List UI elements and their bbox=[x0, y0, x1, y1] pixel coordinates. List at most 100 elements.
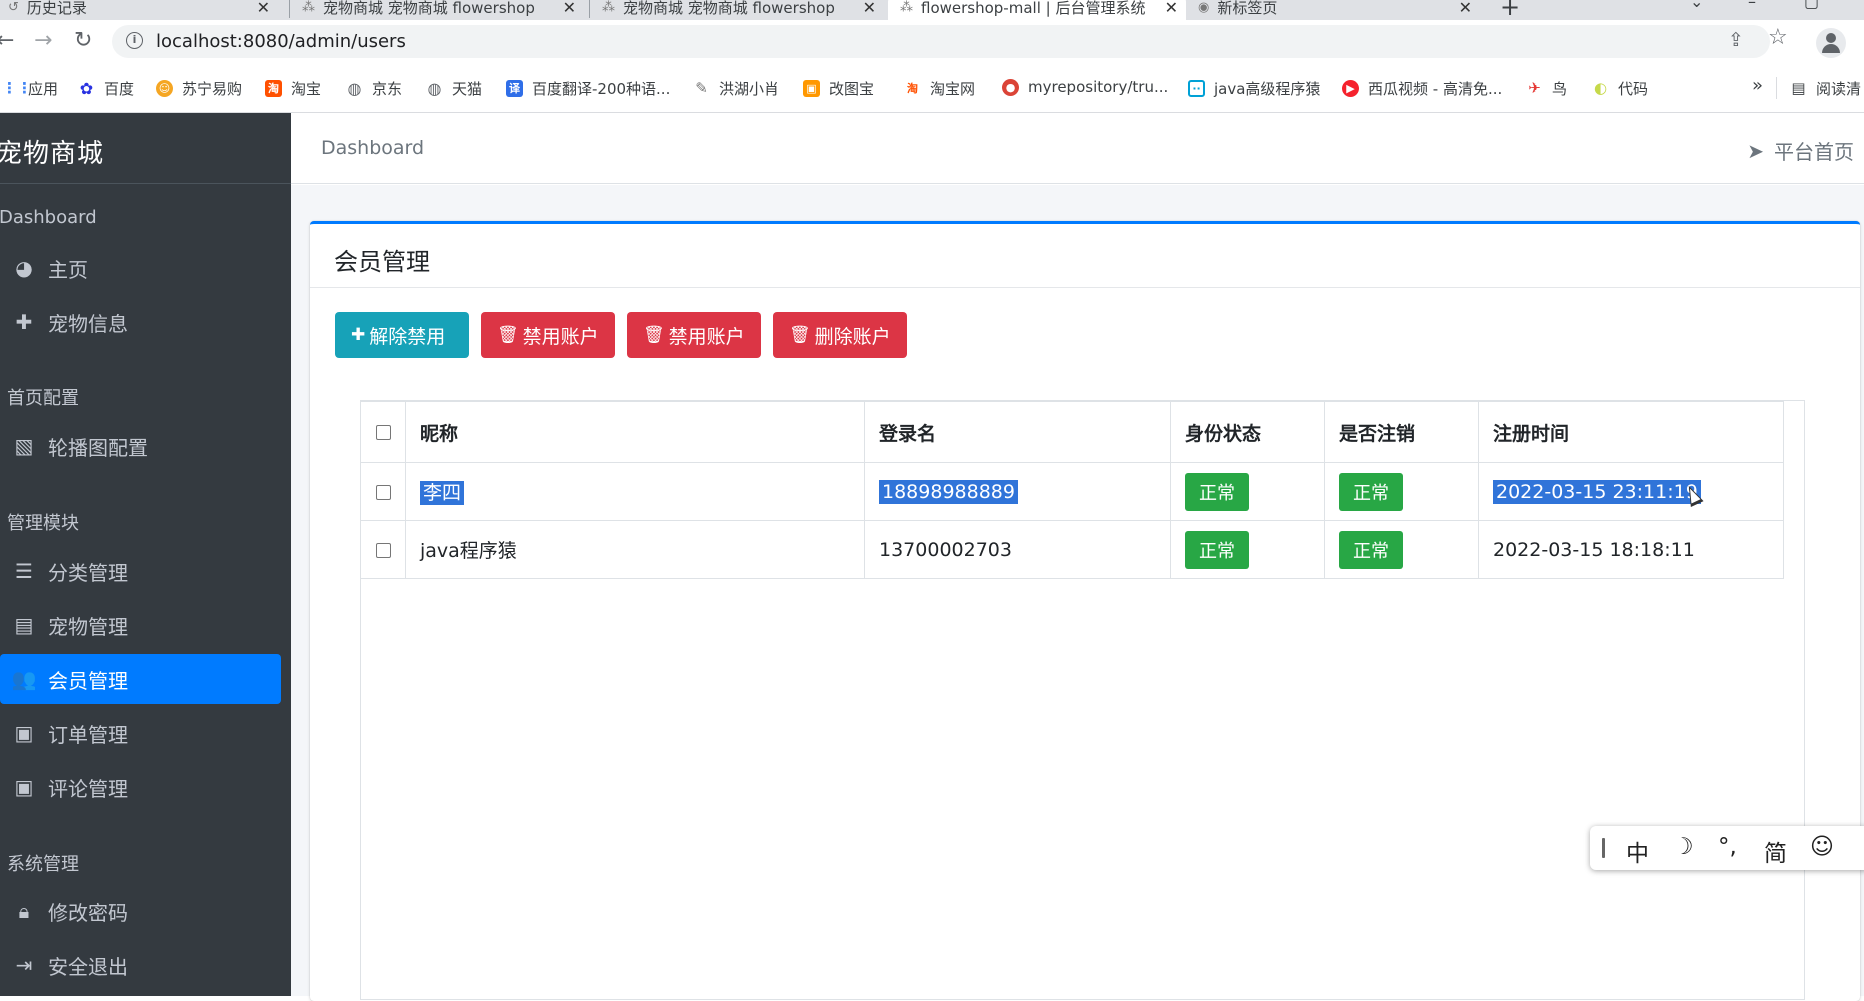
tab-title: flowershop-mall | 后台管理系统 bbox=[921, 0, 1146, 17]
grid-favicon-icon: ⁂ bbox=[602, 0, 615, 15]
delete-account-button[interactable]: 🗑︎ 删除账户 bbox=[773, 312, 907, 358]
sidebar-item-label: 轮播图配置 bbox=[48, 435, 148, 460]
ime-chinese-mode[interactable]: 中 bbox=[1626, 834, 1649, 868]
new-tab-icon[interactable]: + bbox=[1500, 0, 1520, 20]
reading-list[interactable]: ▤ 阅读清 bbox=[1790, 78, 1861, 99]
browser-tab[interactable]: ⁂ 宠物商城 宠物商城 flowershop ✕ bbox=[302, 0, 584, 20]
column-header-registered[interactable]: 注册时间 bbox=[1478, 401, 1784, 463]
translate-icon: 译 bbox=[506, 80, 523, 97]
status-cell: 正常 bbox=[1170, 462, 1325, 521]
more-bookmarks-icon[interactable]: » bbox=[1752, 75, 1763, 96]
bookmark-baidu[interactable]: ✿ 百度 bbox=[78, 78, 134, 99]
tab-search-icon[interactable]: ⌄ bbox=[1690, 0, 1703, 11]
unban-button[interactable]: ✚ 解除禁用 bbox=[335, 312, 469, 358]
table-row[interactable]: 李四 18898988889 正常 正常 2022-03-15 23:11:19 bbox=[360, 462, 1784, 521]
row-checkbox[interactable] bbox=[375, 542, 391, 558]
column-header-cancelled[interactable]: 是否注销 bbox=[1324, 401, 1479, 463]
bookmark-suning[interactable]: ☺ 苏宁易购 bbox=[156, 78, 242, 99]
ime-toolbar: 中 ☽ °, 简 ☺ bbox=[1590, 826, 1864, 870]
ban-account-button[interactable]: 🗑︎ 禁用账户 bbox=[481, 312, 615, 358]
moon-icon[interactable]: ☽ bbox=[1673, 834, 1694, 860]
column-header-login[interactable]: 登录名 bbox=[864, 401, 1171, 463]
row-checkbox[interactable] bbox=[375, 484, 391, 500]
info-icon[interactable]: i bbox=[126, 32, 143, 49]
card-header: 会员管理 bbox=[310, 224, 1860, 288]
platform-home-label: 平台首页 bbox=[1774, 140, 1854, 164]
bookmark-xigua[interactable]: ▶ 西瓜视频 - 高清免... bbox=[1342, 78, 1502, 99]
browser-tab-active[interactable]: ⁂ flowershop-mall | 后台管理系统 ✕ bbox=[888, 0, 1186, 20]
bookmark-apps[interactable]: ⋮⋮ 应用 bbox=[2, 78, 58, 99]
sidebar-item-label: 安全退出 bbox=[48, 954, 128, 979]
browser-tab[interactable]: ◉ 新标签页 ✕ bbox=[1198, 0, 1480, 20]
reload-icon[interactable]: ↻ bbox=[74, 28, 92, 53]
sidebar-item-carousel[interactable]: ▧ 轮播图配置 bbox=[0, 421, 281, 471]
back-icon[interactable]: ← bbox=[0, 28, 14, 53]
bookmark-baidu-translate[interactable]: 译百度翻译-200种语... bbox=[506, 78, 670, 99]
button-label: 解除禁用 bbox=[369, 325, 446, 348]
table-row[interactable]: java程序猿 13700002703 正常 正常 2022-03-15 18:… bbox=[360, 520, 1784, 579]
tab-title: 宠物商城 宠物商城 flowershop bbox=[323, 0, 535, 17]
sidebar-item-home[interactable]: ◕ 主页 bbox=[0, 243, 281, 293]
page-title: 会员管理 bbox=[334, 248, 430, 276]
url-text[interactable]: localhost:8080/admin/users bbox=[156, 31, 406, 52]
nav-header-system: 系统管理 bbox=[7, 854, 79, 875]
registered-cell: 2022-03-15 23:11:19 bbox=[1478, 462, 1784, 521]
sidebar-item-category[interactable]: ☰ 分类管理 bbox=[0, 546, 281, 596]
archive-icon: ▤ bbox=[14, 613, 34, 637]
ime-punctuation[interactable]: °, bbox=[1718, 834, 1737, 860]
maximize-icon[interactable]: ▢ bbox=[1804, 0, 1819, 11]
bookmark-java[interactable]: ·· java高级程序猿 bbox=[1188, 78, 1320, 99]
sidebar-item-orders[interactable]: ▣ 订单管理 bbox=[0, 708, 281, 758]
column-header-status[interactable]: 身份状态 bbox=[1170, 401, 1325, 463]
close-icon[interactable]: ✕ bbox=[257, 0, 270, 17]
bookmark-niao[interactable]: ✈ 鸟 bbox=[1526, 78, 1567, 99]
browser-tab[interactable]: ⁂ 宠物商城 宠物商城 flowershop ✕ bbox=[602, 0, 884, 20]
tab-title: 新标签页 bbox=[1217, 0, 1278, 17]
ime-drag-handle[interactable] bbox=[1602, 838, 1605, 858]
minimize-icon[interactable]: – bbox=[1748, 0, 1756, 11]
trash-icon: 🗑︎ bbox=[789, 325, 811, 345]
nav-header-dashboard: Dashboard bbox=[0, 207, 97, 228]
column-header-nickname[interactable]: 昵称 bbox=[405, 401, 865, 463]
breadcrumb[interactable]: Dashboard bbox=[321, 137, 424, 159]
close-icon[interactable]: ✕ bbox=[563, 0, 576, 17]
platform-home-link[interactable]: ➤ 平台首页 bbox=[1747, 136, 1854, 165]
sidebar-item-label: 宠物管理 bbox=[48, 614, 128, 639]
emoji-icon[interactable]: ☺ bbox=[1810, 834, 1834, 860]
bookmark-gaitubao[interactable]: ▣ 改图宝 bbox=[803, 78, 874, 99]
sidebar-item-comments[interactable]: ▣ 评论管理 bbox=[0, 762, 281, 812]
select-all-checkbox[interactable] bbox=[375, 425, 391, 440]
brand-title[interactable]: 宠物商城 bbox=[0, 133, 104, 170]
browser-tab[interactable]: ↺ 历史记录 ✕ bbox=[8, 0, 278, 20]
browser-tab-strip: ↺ 历史记录 ✕ ⁂ 宠物商城 宠物商城 flowershop ✕ ⁂ 宠物商城… bbox=[0, 0, 1864, 20]
bookmark-star-icon[interactable]: ☆ bbox=[1768, 25, 1788, 50]
ime-simplified[interactable]: 简 bbox=[1764, 834, 1787, 868]
chrome-icon: ◉ bbox=[1198, 0, 1210, 15]
ban-account-button-2[interactable]: 🗑︎ 禁用账户 bbox=[627, 312, 761, 358]
address-bar[interactable]: i localhost:8080/admin/users ⇪ bbox=[112, 25, 1770, 58]
sidebar-item-pets[interactable]: ▤ 宠物管理 bbox=[0, 600, 281, 650]
sidebar-item-pet-info[interactable]: ✚ 宠物信息 bbox=[0, 297, 281, 347]
sidebar-item-members[interactable]: 👥 会员管理 bbox=[0, 654, 281, 704]
bookmark-honghu[interactable]: ✎ 洪湖小肖 bbox=[693, 78, 779, 99]
forward-icon[interactable]: → bbox=[34, 28, 52, 53]
top-navbar: Dashboard ➤ 平台首页 bbox=[291, 113, 1864, 184]
nickname-cell: java程序猿 bbox=[405, 520, 865, 579]
close-icon[interactable]: ✕ bbox=[1165, 0, 1178, 17]
bookmark-taobao[interactable]: 淘淘宝 bbox=[265, 78, 321, 99]
sidebar-item-change-password[interactable]: 🔒︎ 修改密码 bbox=[0, 886, 281, 936]
bookmark-taobaowang[interactable]: 淘淘宝网 bbox=[904, 78, 975, 99]
bookmark-jd[interactable]: ◍ 京东 bbox=[346, 78, 403, 99]
profile-avatar-icon[interactable] bbox=[1816, 28, 1846, 58]
share-icon[interactable]: ⇪ bbox=[1728, 29, 1744, 51]
status-badge: 正常 bbox=[1185, 472, 1249, 511]
close-icon[interactable]: ✕ bbox=[1459, 0, 1472, 17]
sidebar-item-logout[interactable]: ⇥ 安全退出 bbox=[0, 940, 281, 990]
bookmark-code[interactable]: ◐ 代码 bbox=[1592, 78, 1648, 99]
sidebar-item-label: 修改密码 bbox=[48, 900, 128, 925]
close-icon[interactable]: ✕ bbox=[863, 0, 876, 17]
members-table: 昵称 登录名 身份状态 是否注销 注册时间 李四 18898988889 正常 … bbox=[360, 401, 1784, 579]
grid-favicon-icon: ⁂ bbox=[900, 0, 913, 15]
bookmark-myrepository[interactable]: ● myrepository/tru... bbox=[1002, 78, 1168, 96]
bookmark-tmall[interactable]: ◍ 天猫 bbox=[426, 78, 483, 99]
